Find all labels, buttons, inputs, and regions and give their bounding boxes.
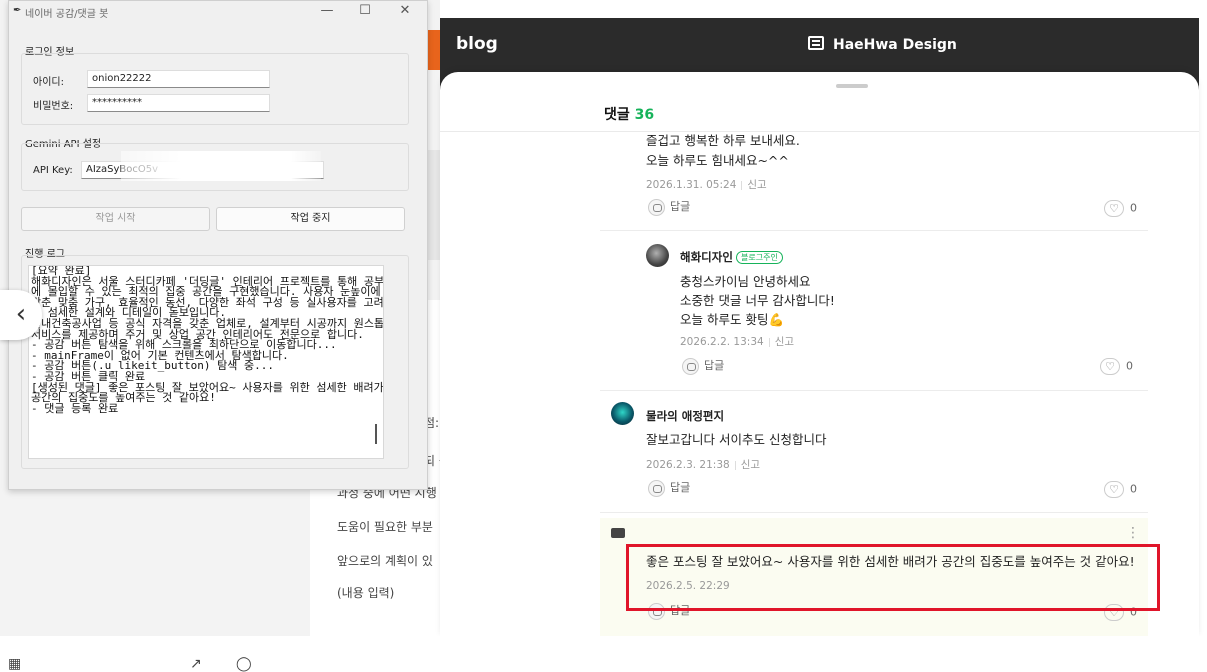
highlight-annotation (626, 544, 1160, 611)
comment-divider (600, 390, 1148, 391)
bot-app-window: ✒ 네이버 공감/댓글 봇 — ☐ ✕ 로그인 정보 아이디: onion222… (8, 0, 428, 490)
background-text: 도움이 필요한 부분 (337, 520, 433, 534)
heart-icon: ♡ (1104, 481, 1124, 498)
like-count: 0 (1126, 359, 1133, 373)
blog-panel: blog HaeHwa Design 댓글 36 즐겁고 행복한 하루 보내세요… (440, 0, 1207, 636)
log-textarea[interactable]: [요약 완료] 해화디자인은 서울 스터디카페 '더딩글' 인테리어 프로젝트를… (28, 265, 384, 459)
comment-text-line: 잘보고갑니다 서이추도 신청합니다 (646, 432, 827, 447)
avatar[interactable] (611, 402, 634, 425)
maximize-button[interactable]: ☐ (355, 3, 375, 18)
reply-label: 답글 (670, 481, 691, 494)
comment-text-line: 즐겁고 행복한 하루 보내세요. (646, 133, 800, 148)
comment-text-line: 소중한 댓글 너무 감사합니다! (680, 293, 835, 308)
comment-text-line: 오늘 하루도 홧팅💪 (680, 312, 785, 327)
taskbar-arrow-icon[interactable]: ↗ (190, 656, 202, 672)
reply-label: 답글 (670, 200, 691, 213)
blog-name[interactable]: HaeHwa Design (833, 37, 957, 53)
comment-author[interactable]: 물라의 애정편지 (646, 408, 724, 424)
reply-button[interactable]: 답글 (648, 479, 690, 497)
taskbar-grid-icon[interactable]: ▦ (8, 656, 21, 672)
sheet-grabber[interactable] (836, 84, 868, 88)
password-label: 비밀번호: (33, 101, 74, 112)
comment-text-line: 오늘 하루도 힘내세요~^^ (646, 153, 789, 168)
id-label: 아이디: (33, 77, 64, 88)
like-button[interactable]: ♡ 0 (1104, 200, 1137, 217)
api-key-redaction (121, 151, 321, 181)
comment-divider (600, 230, 1148, 231)
heart-icon: ♡ (1104, 200, 1124, 217)
comment-date: 2026.1.31. 05:24 (646, 179, 737, 191)
log-text: [요약 완료] 해화디자인은 서울 스터디카페 '더딩글' 인테리어 프로젝트를… (31, 265, 384, 415)
heart-icon: ♡ (1100, 358, 1120, 375)
comment-author[interactable]: 해화디자인 (680, 249, 733, 265)
more-options-icon[interactable]: ⋮ (1126, 526, 1140, 540)
comment-divider (600, 512, 1148, 513)
comment-meta: 2026.1.31. 05:24 신고 (646, 177, 767, 192)
reply-button[interactable]: 답글 (682, 357, 724, 375)
reply-button[interactable]: 답글 (648, 198, 690, 216)
menu-icon[interactable] (808, 36, 824, 50)
speech-bubble-icon (648, 198, 665, 216)
blog-logo[interactable]: blog (456, 34, 498, 54)
comments-heading: 댓글 36 (604, 104, 654, 124)
minimize-button[interactable]: — (317, 3, 337, 18)
login-section (21, 53, 409, 125)
taskbar (0, 636, 1207, 666)
background-text: 앞으로의 계획이 있 (337, 554, 433, 568)
app-feather-icon: ✒ (13, 5, 22, 16)
background-text: (내용 입력) (337, 586, 395, 600)
like-button[interactable]: ♡ 0 (1104, 481, 1137, 498)
close-button[interactable]: ✕ (395, 3, 415, 18)
reply-label: 답글 (704, 359, 725, 372)
avatar[interactable] (611, 528, 625, 538)
comment-date: 2026.2.2. 13:34 (680, 336, 764, 348)
report-link[interactable]: 신고 (775, 336, 794, 348)
speech-bubble-icon (648, 479, 665, 497)
comments-count: 36 (634, 107, 655, 123)
id-input[interactable]: onion22222 (87, 70, 270, 88)
start-button[interactable]: 작업 시작 (21, 207, 210, 231)
comment-meta: 2026.2.2. 13:34 신고 (680, 334, 794, 349)
comment-meta: 2026.2.3. 21:38 신고 (646, 457, 760, 472)
stop-button[interactable]: 작업 중지 (216, 207, 405, 231)
report-link[interactable]: 신고 (747, 179, 766, 191)
title-bar: ✒ 네이버 공감/댓글 봇 — ☐ ✕ (9, 1, 427, 23)
comment-text-line: 충청스카이님 안녕하세요 (680, 274, 811, 289)
avatar[interactable] (646, 244, 669, 267)
sheet-divider (440, 131, 1199, 132)
blog-top-strip (440, 0, 1207, 18)
log-scrollbar[interactable] (375, 424, 377, 444)
taskbar-circle-icon[interactable]: ◯ (236, 656, 252, 672)
comment-date: 2026.2.3. 21:38 (646, 459, 730, 471)
window-title: 네이버 공감/댓글 봇 (25, 9, 109, 20)
like-count: 0 (1130, 482, 1137, 496)
like-count: 0 (1130, 201, 1137, 215)
report-link[interactable]: 신고 (741, 459, 760, 471)
speech-bubble-icon (682, 357, 699, 375)
owner-badge: 블로그주인 (736, 251, 783, 264)
api-key-label: API Key: (33, 165, 73, 176)
password-input[interactable]: ********** (87, 94, 270, 112)
comments-label: 댓글 (604, 107, 630, 123)
like-button[interactable]: ♡ 0 (1100, 358, 1133, 375)
